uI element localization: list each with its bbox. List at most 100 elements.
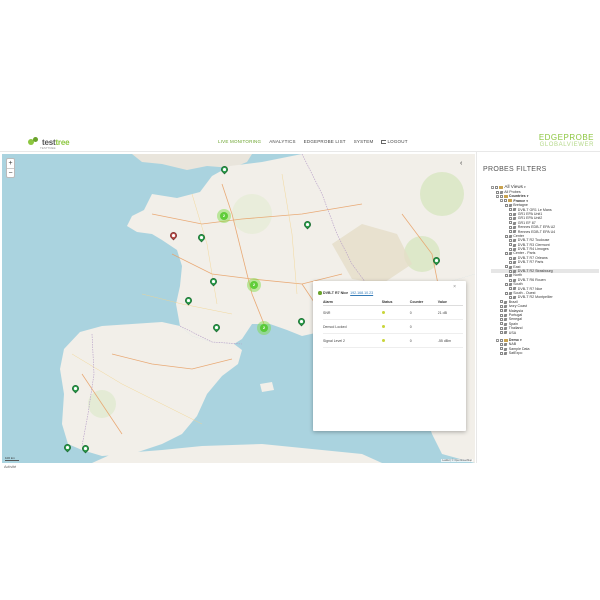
checkbox[interactable]: [500, 326, 503, 330]
testtree-logo[interactable]: testtree TESTTREE: [28, 135, 70, 150]
tag-icon: [512, 296, 517, 299]
checkbox[interactable]: [509, 256, 512, 260]
checkbox[interactable]: [500, 322, 503, 326]
checkbox[interactable]: [509, 269, 512, 273]
tag-icon: [503, 305, 508, 308]
checkbox[interactable]: [509, 238, 512, 242]
zoom-in-button[interactable]: +: [7, 159, 14, 168]
checkbox[interactable]: [509, 221, 512, 225]
checkbox[interactable]: [504, 234, 508, 238]
checkbox[interactable]: [500, 342, 503, 346]
tree-node[interactable]: SatExpo: [491, 351, 599, 355]
nav-system[interactable]: SYSTEM: [354, 139, 374, 144]
probe-marker[interactable]: [431, 255, 442, 267]
checkbox[interactable]: [509, 208, 512, 212]
probe-marker-alert[interactable]: [168, 230, 179, 242]
checkbox[interactable]: [504, 203, 508, 207]
nav-logout[interactable]: LOGOUT: [381, 139, 407, 144]
tag-icon: [512, 261, 517, 264]
probe-marker[interactable]: [296, 316, 307, 328]
probe-marker[interactable]: [196, 232, 207, 244]
checkbox[interactable]: [509, 296, 512, 300]
checkbox[interactable]: [500, 331, 503, 335]
checkbox[interactable]: [499, 195, 503, 199]
table-row: Signal Level 2 0 -55 dBm: [323, 333, 463, 348]
checkbox[interactable]: [495, 185, 498, 189]
status-bar: Activité: [4, 465, 17, 469]
collapse-toggle-icon[interactable]: −: [495, 195, 499, 198]
checkbox[interactable]: [495, 190, 499, 194]
tag-icon: [503, 300, 508, 304]
filter-tree: − All Views ▾ All Probes − Countries ▾ − France ▾…: [491, 184, 599, 355]
tag-icon: [512, 256, 517, 260]
checkbox[interactable]: [500, 304, 503, 308]
tag-icon: [512, 217, 517, 220]
checkbox[interactable]: [504, 291, 508, 295]
probe-cluster[interactable]: 2: [257, 321, 271, 335]
cell-value: -55 dBm: [437, 333, 463, 348]
checkbox[interactable]: [504, 274, 508, 278]
checkbox[interactable]: [509, 260, 512, 264]
cell-alarm: Signal Level 2: [323, 333, 382, 348]
chevron-down-icon[interactable]: ▾: [520, 338, 522, 342]
checkbox[interactable]: [509, 287, 512, 291]
checkbox[interactable]: [500, 300, 503, 304]
checkbox[interactable]: [500, 318, 503, 322]
tag-icon: [503, 309, 508, 313]
nav-analytics[interactable]: ANALYTICS: [269, 139, 295, 144]
checkbox[interactable]: [509, 212, 512, 216]
nav-live-monitoring[interactable]: LIVE MONITORING: [218, 139, 261, 144]
cell-counter: 0: [409, 333, 438, 348]
probe-marker[interactable]: [62, 442, 73, 454]
cluster-count: 2: [250, 281, 258, 289]
probe-marker[interactable]: [219, 164, 230, 176]
tag-icon: [508, 283, 513, 286]
status-indicator-icon: [381, 310, 385, 314]
collapse-toggle-icon[interactable]: −: [500, 199, 503, 203]
tag-icon: [508, 265, 513, 269]
probe-cluster[interactable]: 2: [247, 278, 261, 292]
map-attribution[interactable]: Leaflet | © OpenStreetMap: [441, 459, 473, 462]
zoom-out-button[interactable]: −: [7, 168, 14, 177]
probe-cluster[interactable]: 2: [217, 209, 231, 223]
main-nav: LIVE MONITORING ANALYTICS EDGEPROBE LIST…: [218, 139, 408, 144]
tree-node-label: DVB-T R2 Strasbourg: [517, 269, 553, 274]
checkbox[interactable]: [504, 265, 508, 269]
checkbox[interactable]: [509, 225, 512, 229]
checkbox[interactable]: [504, 282, 508, 286]
tag-icon: [512, 212, 517, 216]
probe-marker[interactable]: [302, 219, 313, 231]
cell-status: [381, 319, 410, 334]
checkbox[interactable]: [504, 199, 507, 203]
tag-icon: [512, 243, 517, 247]
collapse-sidebar-icon[interactable]: ‹: [460, 160, 462, 167]
probe-marker[interactable]: [183, 295, 194, 307]
probe-marker[interactable]: [70, 383, 81, 395]
tag-icon: [508, 274, 513, 277]
tag-icon: [503, 343, 508, 346]
probe-marker[interactable]: [208, 276, 219, 288]
tag-icon: [503, 327, 508, 330]
checkbox[interactable]: [509, 247, 512, 251]
brand-line1: EDGEPROBE: [538, 133, 594, 142]
probe-marker[interactable]: [211, 322, 222, 334]
popup-close-button[interactable]: ×: [453, 284, 456, 290]
table-row: Demod Locked 0: [323, 319, 463, 334]
checkbox[interactable]: [500, 351, 503, 355]
checkbox[interactable]: [500, 347, 503, 351]
tag-icon: [512, 221, 517, 225]
probe-marker[interactable]: [80, 443, 91, 455]
collapse-toggle-icon[interactable]: −: [491, 185, 494, 189]
checkbox[interactable]: [509, 230, 512, 234]
checkbox[interactable]: [500, 309, 503, 313]
checkbox[interactable]: [509, 217, 512, 221]
nav-edgeprobe-list[interactable]: EDGEPROBE LIST: [304, 139, 346, 144]
chevron-down-icon[interactable]: ▾: [524, 184, 526, 190]
checkbox[interactable]: [499, 338, 503, 342]
checkbox[interactable]: [509, 278, 512, 282]
collapse-toggle-icon[interactable]: −: [495, 338, 499, 342]
checkbox[interactable]: [500, 313, 503, 317]
checkbox[interactable]: [509, 243, 512, 247]
popup-probe-ip-link[interactable]: 192.168.10.23: [350, 291, 373, 295]
checkbox[interactable]: [504, 252, 508, 256]
